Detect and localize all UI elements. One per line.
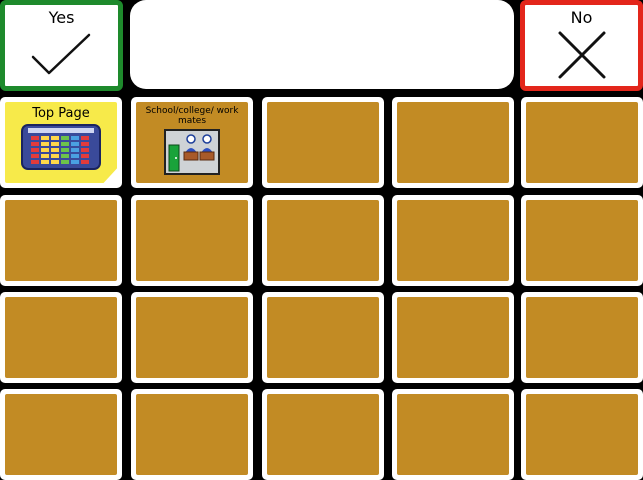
check-icon [31,33,90,75]
empty-cell[interactable] [131,292,253,383]
no-button[interactable]: No [520,0,643,91]
empty-cell[interactable] [262,292,384,383]
empty-cell[interactable] [392,97,514,188]
empty-cell[interactable] [521,195,643,286]
empty-cell[interactable] [262,97,384,188]
empty-cell[interactable] [0,292,122,383]
message-bar[interactable] [130,0,514,89]
empty-cell[interactable] [392,195,514,286]
empty-cell[interactable] [262,195,384,286]
top-page-label: Top Page [32,106,90,121]
empty-cell[interactable] [262,389,384,480]
grid-page-icon [21,124,101,170]
empty-cell[interactable] [521,292,643,383]
empty-cell[interactable] [392,292,514,383]
empty-cell[interactable] [0,389,122,480]
empty-cell[interactable] [131,389,253,480]
top-page-button[interactable]: Top Page [0,97,122,188]
empty-cell[interactable] [521,97,643,188]
empty-cell[interactable] [521,389,643,480]
empty-cell[interactable] [131,195,253,286]
empty-cell[interactable] [392,389,514,480]
yes-button[interactable]: Yes [0,0,123,91]
yes-label: Yes [48,8,75,27]
school-label: School/college/ work mates [145,106,239,126]
empty-cell[interactable] [0,195,122,286]
close-icon [558,31,605,79]
school-college-work-mates-button[interactable]: School/college/ work mates [131,97,253,188]
classroom-icon [164,129,220,175]
no-label: No [570,8,593,27]
